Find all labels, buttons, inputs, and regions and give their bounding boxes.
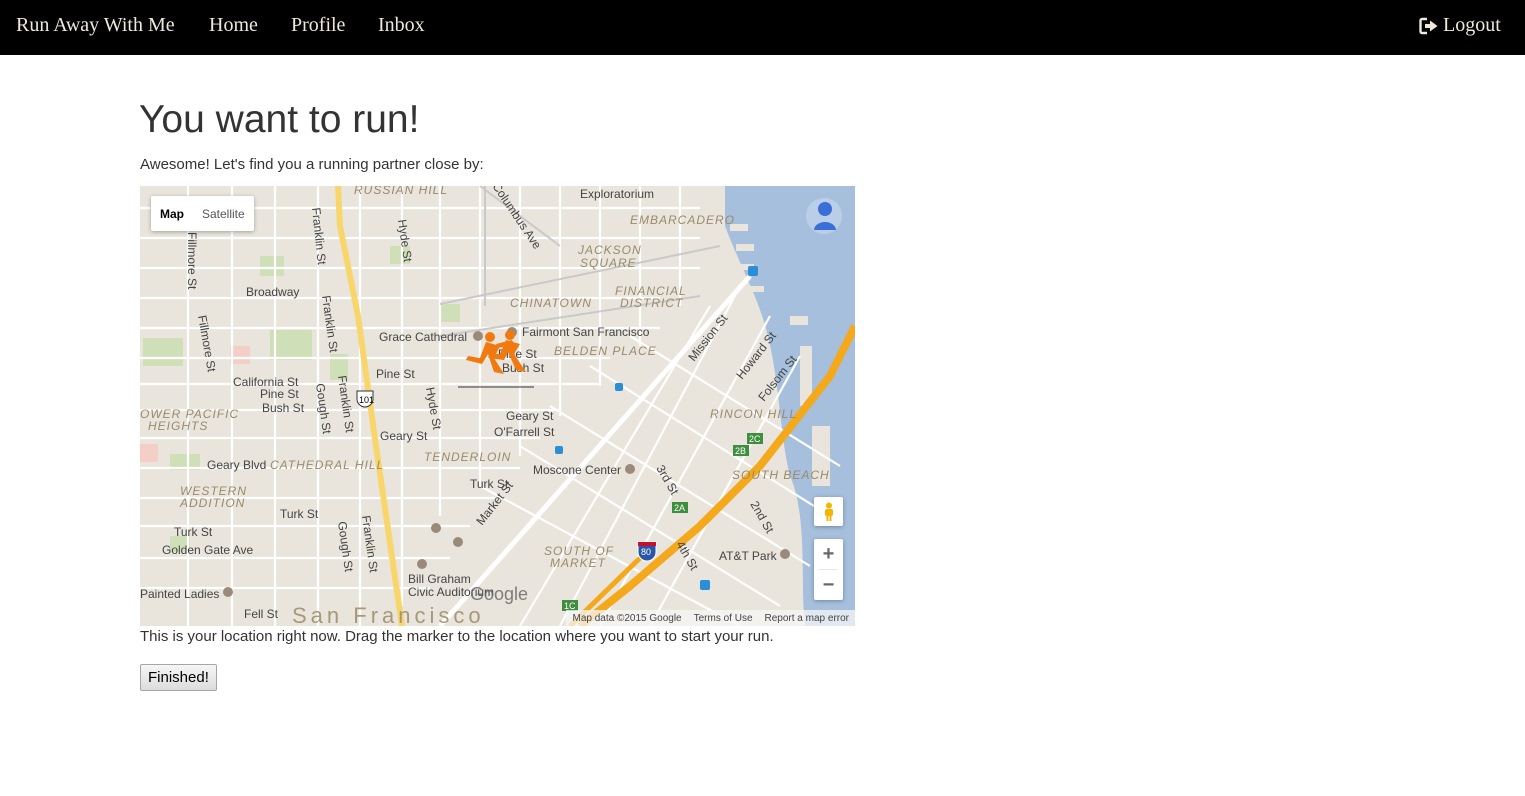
label-tenderloin: TENDERLOIN <box>424 450 511 464</box>
map-type-map-button[interactable]: Map <box>151 196 193 231</box>
label-painted: Painted Ladies <box>140 587 219 601</box>
label-jackson-square-2: SQUARE <box>580 256 637 270</box>
label-att: AT&T Park <box>719 549 778 563</box>
exit-2a-label: 2A <box>674 503 685 513</box>
label-moscone: Moscone Center <box>533 463 621 477</box>
map-canvas[interactable]: 2C 2B 2A 1C 80 101 RUSSIAN HILL EMBARCAD… <box>140 186 855 626</box>
page-title: You want to run! <box>139 98 420 141</box>
zoom-control: + − <box>814 539 843 600</box>
label-city: San Francisco <box>292 603 485 626</box>
label-golden-gate: Golden Gate Ave <box>162 543 254 557</box>
zoom-out-button[interactable]: − <box>814 570 843 600</box>
label-cathedral-hill: CATHEDRAL HILL <box>270 458 384 472</box>
logout-label: Logout <box>1443 14 1501 36</box>
logout-icon <box>1419 17 1439 35</box>
label-broadway: Broadway <box>246 285 299 299</box>
hwy-101-label: 101 <box>359 395 374 405</box>
label-grace: Grace Cathedral <box>379 330 467 344</box>
logout-link[interactable]: Logout <box>1419 14 1501 37</box>
label-south-beach: SOUTH BEACH <box>732 468 830 482</box>
pegman-icon <box>824 502 833 521</box>
label-russian-hill: RUSSIAN HILL <box>354 186 448 197</box>
label-belden: BELDEN PLACE <box>554 344 657 358</box>
map-attribution-bar: Map data ©2015 Google Terms of Use Repor… <box>566 610 855 626</box>
navbar: Run Away With Me Home Profile Inbox Logo… <box>0 0 1525 55</box>
label-bush-east: Bush St <box>502 361 545 375</box>
label-lower-pacific-2: HEIGHTS <box>148 419 208 433</box>
label-financial-2: DISTRICT <box>620 296 684 310</box>
label-bush-west: Bush St <box>262 401 305 415</box>
street-view-pegman[interactable] <box>814 497 843 526</box>
label-chinatown: CHINATOWN <box>510 296 592 310</box>
map-attribution: Map data ©2015 Google <box>572 612 682 624</box>
finished-button[interactable]: Finished! <box>140 664 217 691</box>
label-turk-west: Turk St <box>280 507 319 521</box>
nav-inbox-link[interactable]: Inbox <box>378 14 425 37</box>
label-turk-west-2: Turk St <box>174 525 213 539</box>
label-geary: Geary St <box>380 429 428 443</box>
label-exploratorium: Exploratorium <box>580 187 654 201</box>
label-rincon: RINCON HILL <box>710 407 797 421</box>
label-fairmont: Fairmont San Francisco <box>522 325 650 339</box>
label-ofarrell: O'Farrell St <box>494 425 555 439</box>
label-western-2: ADDITION <box>179 496 245 510</box>
label-jackson-square: JACKSON <box>577 243 642 257</box>
label-pine: Pine St <box>376 367 415 381</box>
label-pine-west: Pine St <box>260 387 299 401</box>
label-fillmore: Fillmore St <box>185 232 199 290</box>
google-logo: Google <box>470 584 529 604</box>
intro-text: Awesome! Let's find you a running partne… <box>140 156 484 173</box>
label-fell: Fell St <box>244 607 279 621</box>
map-caption: This is your location right now. Drag th… <box>140 628 774 645</box>
map-view[interactable]: 2C 2B 2A 1C 80 101 RUSSIAN HILL EMBARCAD… <box>140 186 855 626</box>
zoom-in-button[interactable]: + <box>814 539 843 569</box>
label-geary-blvd: Geary Blvd <box>207 458 266 472</box>
exit-2c-label: 2C <box>749 434 761 444</box>
label-embarcadero: EMBARCADERO <box>630 213 735 227</box>
i80-label: 80 <box>641 547 651 557</box>
label-bill-graham: Bill Graham <box>408 572 471 586</box>
label-geary-east: Geary St <box>506 409 554 423</box>
nav-home-link[interactable]: Home <box>209 14 258 37</box>
user-location-icon <box>806 198 842 234</box>
nav-profile-link[interactable]: Profile <box>291 14 345 37</box>
exit-2b-label: 2B <box>735 446 746 456</box>
label-soma-2: MARKET <box>550 556 607 570</box>
terms-link[interactable]: Terms of Use <box>688 613 759 624</box>
report-error-link[interactable]: Report a map error <box>759 613 855 624</box>
map-type-satellite-button[interactable]: Satellite <box>193 196 254 231</box>
map-type-control: Map Satellite <box>151 196 254 231</box>
brand-link[interactable]: Run Away With Me <box>16 14 175 37</box>
